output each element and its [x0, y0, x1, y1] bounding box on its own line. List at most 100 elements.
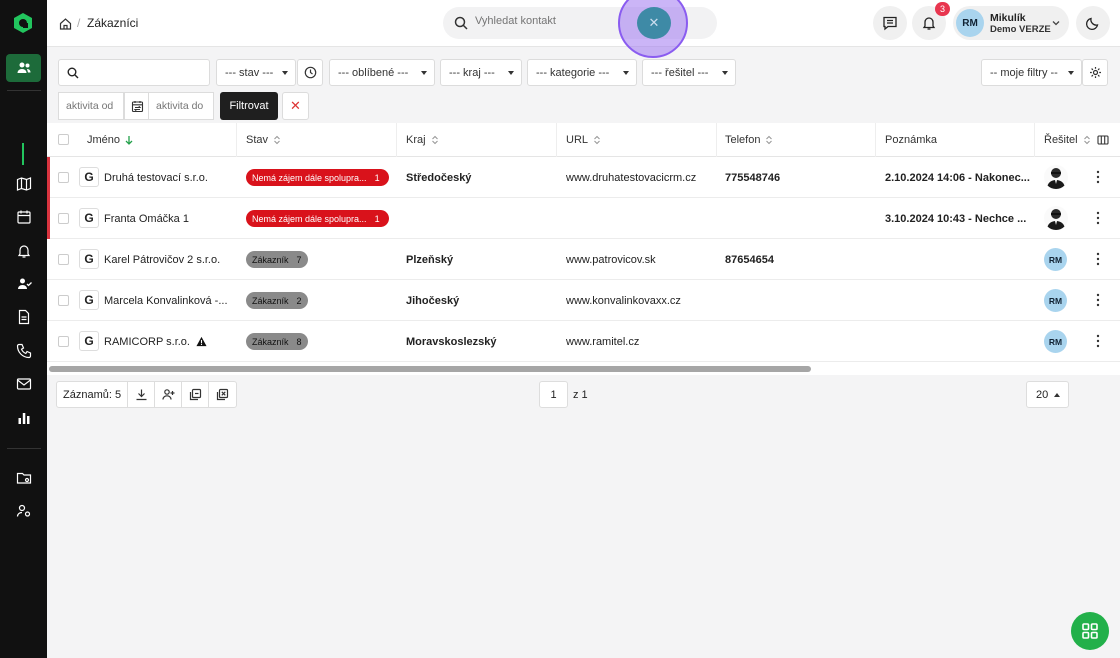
- filter-settings-button[interactable]: [1082, 59, 1108, 86]
- select-all-checkbox[interactable]: [58, 134, 69, 145]
- top-bar: / Zákazníci 3 RM Mikulík Demo VERZE: [47, 0, 1120, 47]
- messages-button[interactable]: [873, 6, 907, 40]
- search-icon: [67, 67, 79, 79]
- sidebar-item-stats[interactable]: [6, 404, 41, 432]
- category-select-value: --- kategorie ---: [536, 66, 610, 79]
- more-icon[interactable]: [1095, 293, 1101, 307]
- table-row[interactable]: G Karel Pátrovičov 2 s.r.o. Zákazník 7 Pl…: [47, 239, 1120, 280]
- url-cell[interactable]: www.patrovicov.sk: [566, 239, 656, 280]
- more-icon[interactable]: [1095, 252, 1101, 266]
- filter-button[interactable]: Filtrovat: [220, 92, 278, 120]
- favorites-select[interactable]: --- oblíbené ---: [329, 59, 435, 86]
- url-cell[interactable]: www.druhatestovacicrm.cz: [566, 157, 696, 198]
- sidebar-item-user-settings[interactable]: [6, 497, 41, 525]
- bulk-copy-button[interactable]: [182, 382, 210, 407]
- customer-name[interactable]: RAMICORP s.r.o.: [104, 321, 207, 362]
- more-icon[interactable]: [1095, 334, 1101, 348]
- user-check-icon: [17, 278, 32, 289]
- customers-table: Jméno Stav Kraj URL Telefon Poznámka Řeš…: [47, 123, 1120, 375]
- table-row[interactable]: G Franta Omáčka 1 Nemá zájem dále spolup…: [47, 198, 1120, 239]
- page-number-input[interactable]: 1: [539, 381, 568, 408]
- google-icon: G: [79, 290, 99, 310]
- sidebar-item-map[interactable]: [6, 170, 41, 198]
- column-header-region[interactable]: Kraj: [397, 123, 557, 157]
- assignee-select[interactable]: --- řešitel ---: [642, 59, 736, 86]
- bulk-remove-button[interactable]: [209, 382, 236, 407]
- app-logo-icon[interactable]: [12, 12, 34, 34]
- activity-to-input[interactable]: [148, 92, 214, 120]
- horizontal-scrollbar[interactable]: [49, 366, 811, 372]
- home-icon[interactable]: [59, 17, 72, 30]
- row-checkbox[interactable]: [58, 172, 69, 183]
- customer-name[interactable]: Karel Pátrovičov 2 s.r.o.: [104, 239, 220, 280]
- region-select[interactable]: --- kraj ---: [440, 59, 522, 86]
- url-cell[interactable]: www.ramitel.cz: [566, 321, 639, 362]
- table-row[interactable]: G Druhá testovací s.r.o. Nemá zájem dále…: [47, 157, 1120, 198]
- sidebar-item-customers[interactable]: [6, 270, 41, 298]
- sidebar-item-folders[interactable]: [6, 464, 41, 492]
- row-checkbox[interactable]: [58, 213, 69, 224]
- download-icon: [136, 389, 147, 401]
- apps-menu-button[interactable]: [1071, 612, 1109, 650]
- column-header-phone[interactable]: Telefon: [716, 123, 876, 157]
- table-row[interactable]: G RAMICORP s.r.o. Zákazník 8 Moravskoslez…: [47, 321, 1120, 362]
- note-cell: 2.10.2024 14:06 - Nakonec...: [885, 171, 1030, 184]
- column-header-url[interactable]: URL: [557, 123, 717, 157]
- sidebar-item-calls[interactable]: [6, 337, 41, 365]
- history-filter-button[interactable]: [297, 59, 323, 86]
- user-organization: Demo VERZE: [990, 24, 1051, 35]
- user-menu[interactable]: RM Mikulík Demo VERZE: [953, 6, 1069, 40]
- google-icon: G: [79, 331, 99, 351]
- sidebar-item-documents[interactable]: [6, 303, 41, 331]
- clear-filters-button[interactable]: ✕: [282, 92, 309, 120]
- chat-icon: [883, 16, 897, 31]
- column-header-assignee[interactable]: Řešitel: [1035, 123, 1120, 157]
- google-icon: G: [79, 249, 99, 269]
- my-filters-select[interactable]: -- moje filtry --: [981, 59, 1082, 86]
- sidebar-item-alerts[interactable]: [6, 237, 41, 265]
- customer-name[interactable]: Franta Omáčka 1: [104, 198, 189, 239]
- export-button[interactable]: [128, 382, 156, 407]
- row-checkbox[interactable]: [58, 295, 69, 306]
- row-checkbox[interactable]: [58, 336, 69, 347]
- remove-icon: [216, 388, 229, 401]
- sidebar-active-marker: [22, 143, 24, 165]
- document-icon: [18, 309, 29, 325]
- column-header-note[interactable]: Poznámka: [876, 123, 1035, 157]
- category-select[interactable]: --- kategorie ---: [527, 59, 637, 86]
- person-avatar-icon: [1044, 165, 1068, 189]
- sidebar: [0, 0, 47, 658]
- breadcrumb-current[interactable]: Zákazníci: [87, 16, 138, 30]
- status-select[interactable]: --- stav ---: [216, 59, 296, 86]
- note-cell: 3.10.2024 10:43 - Nechce ...: [885, 212, 1027, 225]
- page-total: z 1: [573, 389, 588, 401]
- row-checkbox[interactable]: [58, 254, 69, 265]
- customer-name[interactable]: Marcela Konvalinková -...: [104, 280, 228, 321]
- columns-icon[interactable]: [1097, 134, 1109, 146]
- date-range-picker-button[interactable]: [124, 92, 150, 120]
- close-icon[interactable]: ✕: [637, 7, 671, 39]
- customer-name[interactable]: Druhá testovací s.r.o.: [104, 157, 208, 198]
- region-cell: Moravskoslezský: [406, 335, 497, 348]
- theme-toggle-button[interactable]: [1076, 6, 1110, 40]
- page-size-select[interactable]: 20: [1026, 381, 1069, 408]
- column-header-name[interactable]: Jméno: [78, 123, 237, 157]
- sidebar-item-mail[interactable]: [6, 370, 41, 398]
- add-contact-button[interactable]: [155, 382, 183, 407]
- phone-cell[interactable]: 87654654: [725, 239, 774, 280]
- more-icon[interactable]: [1095, 170, 1101, 184]
- table-search-input[interactable]: [58, 59, 210, 86]
- column-header-status[interactable]: Stav: [237, 123, 397, 157]
- person-avatar-icon: [1044, 206, 1068, 230]
- more-icon[interactable]: [1095, 211, 1101, 225]
- activity-from-input[interactable]: [58, 92, 124, 120]
- sidebar-item-contacts[interactable]: [6, 54, 41, 82]
- phone-cell[interactable]: 775548746: [725, 157, 780, 198]
- sidebar-divider: [7, 90, 41, 91]
- url-cell[interactable]: www.konvalinkovaxx.cz: [566, 280, 681, 321]
- status-badge: Nemá zájem dále spolupra... 1: [246, 210, 389, 227]
- sidebar-item-calendar[interactable]: [6, 203, 41, 231]
- table-row[interactable]: G Marcela Konvalinková -... Zákazník 2 Ji…: [47, 280, 1120, 321]
- region-cell: Jihočeský: [406, 294, 460, 307]
- bar-chart-icon: [18, 413, 29, 424]
